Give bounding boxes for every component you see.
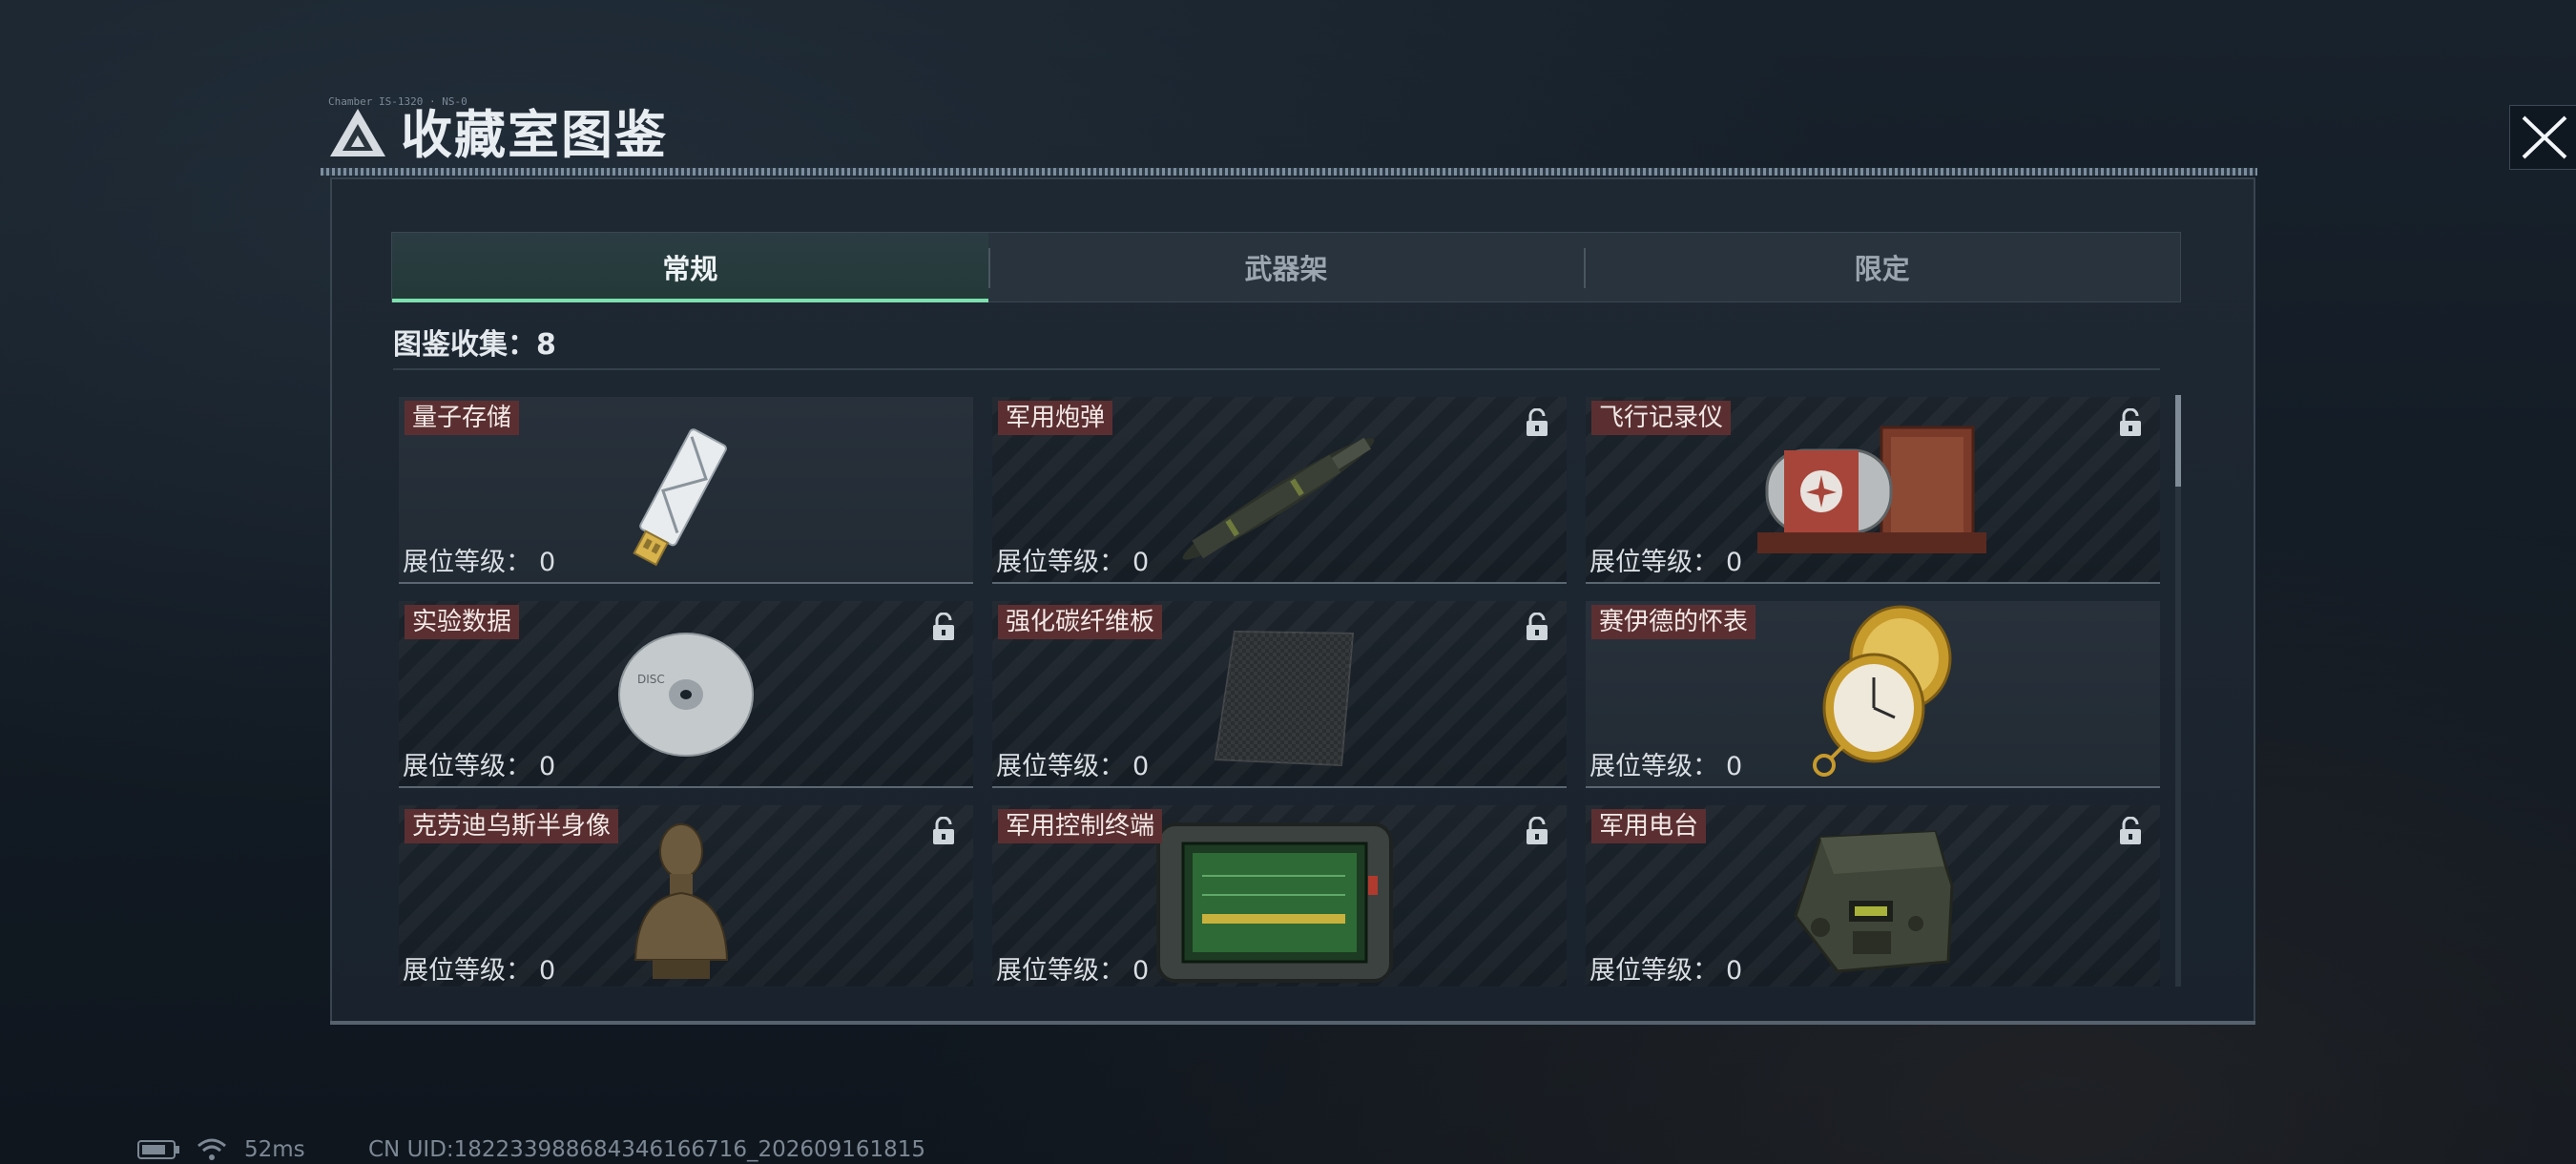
- level-value: 0: [1132, 752, 1150, 781]
- user-uid: CN UID:1822339886843461667​16_2026091618…: [368, 1137, 926, 1162]
- collection-count: 图鉴收集：8: [393, 321, 556, 363]
- item-level: 展位等级： 0: [403, 949, 555, 987]
- level-value: 0: [1726, 548, 1743, 577]
- lock-icon: [2120, 817, 2141, 844]
- item-card-pocket-watch[interactable]: 赛伊德的怀表 展位等级： 0: [1586, 601, 2160, 788]
- level-value: 0: [539, 752, 556, 781]
- item-card-experiment-data[interactable]: DISC 实验数据 展位等级： 0: [399, 601, 973, 788]
- close-button[interactable]: [2509, 105, 2576, 170]
- lock-icon: [1527, 408, 1548, 436]
- collection-count-label: 图鉴收集：: [393, 328, 536, 362]
- item-level: 展位等级： 0: [403, 745, 555, 782]
- control-terminal-icon: [1156, 822, 1393, 983]
- item-name: 克劳迪乌斯半身像: [405, 809, 619, 843]
- carbon-plate-icon: [1214, 630, 1355, 767]
- title-bar: Chamber IS-1320 · NS-0 收藏室图鉴: [321, 95, 2576, 176]
- item-name: 飞行记录仪: [1591, 401, 1732, 435]
- pocket-watch-icon: [1813, 605, 1952, 777]
- panel-bottom-edge: [330, 1021, 2255, 1025]
- item-card-military-radio[interactable]: 军用电台 展位等级： 0: [1586, 805, 2160, 987]
- item-name: 军用控制终端: [998, 809, 1163, 843]
- lock-icon: [1527, 613, 1548, 640]
- svg-text:DISC: DISC: [637, 673, 665, 686]
- item-level: 展位等级： 0: [996, 541, 1149, 578]
- level-label: 展位等级：: [1589, 956, 1718, 986]
- scrollbar-thumb[interactable]: [2175, 395, 2181, 487]
- title-divider: [321, 168, 2257, 176]
- level-value: 0: [539, 956, 556, 986]
- item-name: 实验数据: [405, 605, 520, 639]
- level-label: 展位等级：: [996, 752, 1125, 781]
- battery-icon: [137, 1140, 179, 1159]
- level-value: 0: [1132, 956, 1150, 986]
- page-title: 收藏室图鉴: [401, 105, 668, 165]
- tab-limited[interactable]: 限定: [1584, 233, 2180, 301]
- item-card-claudius-bust[interactable]: 克劳迪乌斯半身像 展位等级： 0: [399, 805, 973, 987]
- item-level: 展位等级： 0: [996, 949, 1149, 987]
- item-name: 军用炮弹: [998, 401, 1113, 435]
- level-label: 展位等级：: [996, 548, 1125, 577]
- lock-icon: [1527, 817, 1548, 844]
- item-name: 量子存储: [405, 401, 520, 435]
- item-level: 展位等级： 0: [403, 541, 555, 578]
- lock-icon: [933, 613, 954, 640]
- collection-count-value: 8: [536, 328, 556, 362]
- ping-value: 52ms: [244, 1137, 305, 1162]
- radio-icon: [1794, 830, 1954, 973]
- item-card-carbon-plate[interactable]: 强化碳纤维板 展位等级： 0: [992, 601, 1567, 788]
- usb-drive-icon: [633, 428, 727, 567]
- lock-icon: [933, 817, 954, 844]
- item-card-quantum-storage[interactable]: 量子存储 展位等级： 0: [399, 397, 973, 584]
- logo-triangle-icon: [330, 109, 385, 156]
- level-label: 展位等级：: [1589, 752, 1718, 781]
- category-tabs: 常规 武器架 限定: [391, 232, 2181, 302]
- level-label: 展位等级：: [1589, 548, 1718, 577]
- level-label: 展位等级：: [403, 752, 531, 781]
- bust-icon: [634, 823, 729, 979]
- item-level: 展位等级： 0: [996, 745, 1149, 782]
- level-value: 0: [1132, 548, 1150, 577]
- tab-regular[interactable]: 常规: [392, 233, 988, 302]
- level-label: 展位等级：: [403, 956, 531, 986]
- level-label: 展位等级：: [403, 548, 531, 577]
- item-card-artillery-shell[interactable]: 军用炮弹 展位等级： 0: [992, 397, 1567, 584]
- item-grid: 量子存储 展位等级： 0 军用炮弹 展位等级： 0 飞行记录仪 展位等级： 0 …: [399, 397, 2160, 987]
- level-value: 0: [539, 548, 556, 577]
- item-level: 展位等级： 0: [1589, 949, 1742, 987]
- level-label: 展位等级：: [996, 956, 1125, 986]
- item-card-control-terminal[interactable]: 军用控制终端 展位等级： 0: [992, 805, 1567, 987]
- wifi-icon: [197, 1138, 226, 1160]
- flight-recorder-icon: [1757, 426, 1986, 553]
- item-level: 展位等级： 0: [1589, 745, 1742, 782]
- artillery-shell-icon: [1182, 437, 1375, 560]
- item-card-flight-recorder[interactable]: 飞行记录仪 展位等级： 0: [1586, 397, 2160, 584]
- level-value: 0: [1726, 956, 1743, 986]
- level-value: 0: [1726, 752, 1743, 781]
- close-icon: [2522, 115, 2567, 159]
- tab-weapon-rack[interactable]: 武器架: [987, 233, 1585, 301]
- lock-icon: [2120, 408, 2141, 436]
- item-name: 赛伊德的怀表: [1591, 605, 1756, 639]
- item-level: 展位等级： 0: [1589, 541, 1742, 578]
- item-name: 军用电台: [1591, 809, 1707, 843]
- section-divider: [393, 368, 2160, 370]
- disc-icon: DISC: [618, 633, 754, 757]
- item-name: 强化碳纤维板: [998, 605, 1163, 639]
